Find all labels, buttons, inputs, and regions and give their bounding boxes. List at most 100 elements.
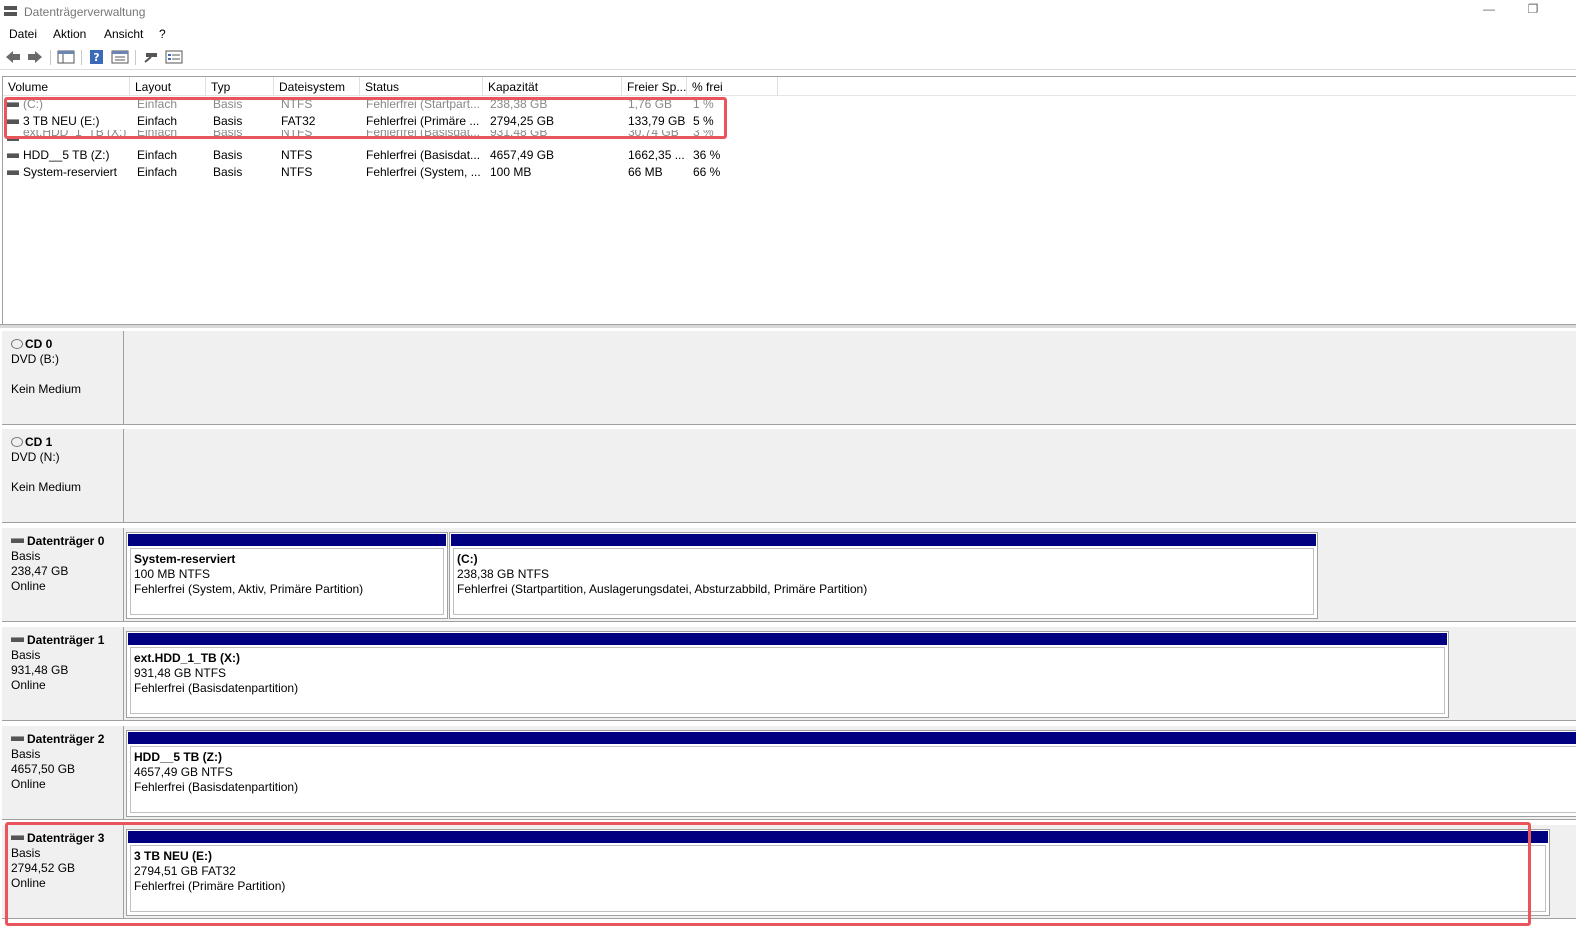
column-header-freier-speicher[interactable]: Freier Sp... — [622, 77, 687, 96]
disk-line2: 931,48 GB — [11, 663, 69, 677]
connect-disk-icon[interactable] — [142, 49, 160, 65]
table-row[interactable]: 3 TB NEU (E:) Einfach Basis FAT32 Fehler… — [3, 113, 783, 130]
settings-list-icon[interactable] — [165, 49, 183, 65]
column-header-typ[interactable]: Typ — [206, 77, 274, 96]
partition-system-reserviert[interactable]: System-reserviert 100 MB NTFS Fehlerfrei… — [126, 532, 448, 619]
cell-freier-speicher: 30,74 GB — [628, 130, 679, 139]
show-hide-tree-icon[interactable] — [57, 49, 75, 65]
partition-bar — [128, 633, 1447, 645]
help-icon[interactable]: ? — [88, 49, 106, 65]
column-header-volume[interactable]: Volume — [3, 77, 130, 96]
partition-size: 931,48 GB NTFS — [134, 666, 227, 680]
cell-typ: Basis — [213, 165, 243, 179]
partition-c[interactable]: (C:) 238,38 GB NTFS Fehlerfrei (Startpar… — [449, 532, 1318, 619]
back-arrow-icon[interactable] — [4, 49, 22, 65]
cell-kapazitaet: 2794,25 GB — [490, 114, 555, 128]
restore-button[interactable]: ❐ — [1518, 2, 1548, 20]
cell-freier-speicher: 66 MB — [628, 165, 663, 179]
disk-label-datentraeger-3[interactable]: Datenträger 3 Basis 2794,52 GB Online — [2, 825, 124, 919]
disk-name: Datenträger 2 — [27, 732, 105, 746]
disk-row-datentraeger-2: Datenträger 2 Basis 4657,50 GB Online HD… — [2, 726, 1576, 824]
partition-bar — [128, 534, 446, 546]
disk-line3: Kein Medium — [11, 382, 82, 396]
cell-volume: HDD__5 TB (Z:) — [23, 148, 110, 162]
disk-line3: Online — [11, 579, 46, 593]
cell-kapazitaet: 4657,49 GB — [490, 148, 555, 162]
cell-freier-speicher: 1662,35 ... — [628, 148, 685, 162]
table-row[interactable]: ext.HDD_1_TB (X:) Einfach Basis NTFS Feh… — [3, 130, 783, 142]
cell-dateisystem: FAT32 — [281, 114, 316, 128]
table-row[interactable]: (C:) Einfach Basis NTFS Fehlerfrei (Star… — [3, 96, 783, 113]
disk-name: CD 1 — [25, 435, 53, 449]
disk-line1: Basis — [11, 747, 41, 761]
cell-typ: Basis — [213, 148, 243, 162]
disk-area-datentraeger-1: ext.HDD_1_TB (X:) 931,48 GB NTFS Fehlerf… — [124, 627, 1576, 721]
partition-status: Fehlerfrei (Basisdatenpartition) — [134, 681, 299, 695]
partition-info: ext.HDD_1_TB (X:) 931,48 GB NTFS Fehlerf… — [130, 647, 1445, 714]
disk-line2: 4657,50 GB — [11, 762, 76, 776]
cell-freier-speicher: 133,79 GB — [628, 114, 686, 128]
disk-label-datentraeger-1[interactable]: Datenträger 1 Basis 931,48 GB Online — [2, 627, 124, 721]
disk-row-datentraeger-1: Datenträger 1 Basis 931,48 GB Online ext… — [2, 627, 1576, 725]
table-row[interactable]: System-reserviert Einfach Basis NTFS Feh… — [3, 164, 783, 181]
partition-size: 100 MB NTFS — [134, 567, 211, 581]
partition-x[interactable]: ext.HDD_1_TB (X:) 931,48 GB NTFS Fehlerf… — [126, 631, 1449, 718]
title-bar: Datenträgerverwaltung — ❐ — [0, 0, 1576, 24]
cd-drive-icon — [11, 437, 23, 447]
disk-label-datentraeger-0[interactable]: Datenträger 0 Basis 238,47 GB Online — [2, 528, 124, 622]
disk-row-datentraeger-3: Datenträger 3 Basis 2794,52 GB Online 3 … — [2, 825, 1576, 923]
column-header-layout[interactable]: Layout — [130, 77, 206, 96]
menu-aktion[interactable]: Aktion — [53, 27, 86, 41]
column-header-dateisystem[interactable]: Dateisystem — [274, 77, 360, 96]
disk-line3: Online — [11, 678, 46, 692]
cell-freier-speicher: 1,76 GB — [628, 97, 673, 111]
disk-name: Datenträger 1 — [27, 633, 105, 647]
cell-kapazitaet: 238,38 GB — [490, 97, 548, 111]
disk-line1: DVD (N:) — [11, 450, 60, 464]
cell-prozent-frei: 3 % — [693, 130, 714, 139]
column-header-kapazitaet[interactable]: Kapazität — [483, 77, 622, 96]
cell-status: Fehlerfrei (Startpart... — [366, 97, 480, 111]
partition-z[interactable]: HDD__5 TB (Z:) 4657,49 GB NTFS Fehlerfre… — [126, 730, 1576, 817]
drive-icon — [7, 119, 19, 124]
svg-text:?: ? — [93, 51, 99, 64]
partition-info: (C:) 238,38 GB NTFS Fehlerfrei (Startpar… — [453, 548, 1314, 615]
volume-list: Volume Layout Typ Dateisystem Status Kap… — [2, 76, 1576, 324]
menu-ansicht[interactable]: Ansicht — [104, 27, 143, 41]
disk-row-cd0: CD 0 DVD (B:) Kein Medium — [2, 331, 1576, 429]
disk-label-cd1[interactable]: CD 1 DVD (N:) Kein Medium — [2, 429, 124, 523]
cell-volume: (C:) — [23, 97, 43, 111]
drive-icon — [7, 170, 19, 175]
cell-status: Fehlerfrei (Basisdat... — [366, 148, 480, 162]
disk-map: CD 0 DVD (B:) Kein Medium CD 1 DVD (N:) … — [2, 328, 1576, 947]
menu-help[interactable]: ? — [159, 27, 166, 41]
disk-line2: 2794,52 GB — [11, 861, 76, 875]
disk-row-cd1: CD 1 DVD (N:) Kein Medium — [2, 429, 1576, 527]
cell-status: Fehlerfrei (Primäre ... — [366, 114, 480, 128]
disk-label-cd0[interactable]: CD 0 DVD (B:) Kein Medium — [2, 331, 124, 425]
drive-icon — [7, 153, 19, 158]
partition-size: 2794,51 GB FAT32 — [134, 864, 236, 878]
cell-prozent-frei: 1 % — [693, 97, 714, 111]
menu-datei[interactable]: Datei — [9, 27, 37, 41]
minimize-button[interactable]: — — [1474, 2, 1504, 20]
cell-volume: 3 TB NEU (E:) — [23, 114, 100, 128]
disk-label-datentraeger-2[interactable]: Datenträger 2 Basis 4657,50 GB Online — [2, 726, 124, 820]
disk-area-cd0 — [124, 331, 1576, 425]
column-header-prozent-frei[interactable]: % frei — [687, 77, 778, 96]
cell-layout: Einfach — [137, 165, 178, 179]
forward-arrow-icon[interactable] — [26, 49, 44, 65]
table-row[interactable]: HDD__5 TB (Z:) Einfach Basis NTFS Fehler… — [3, 147, 783, 164]
drive-icon — [7, 102, 19, 107]
cell-volume: ext.HDD_1_TB (X:) — [23, 130, 127, 139]
cell-volume: System-reserviert — [23, 165, 118, 179]
disk-line1: Basis — [11, 648, 41, 662]
disk-name: Datenträger 3 — [27, 831, 105, 845]
cell-prozent-frei: 36 % — [693, 148, 721, 162]
disk-name: CD 0 — [25, 337, 53, 351]
column-header-status[interactable]: Status — [360, 77, 483, 96]
partition-e[interactable]: 3 TB NEU (E:) 2794,51 GB FAT32 Fehlerfre… — [126, 829, 1550, 916]
cell-dateisystem: NTFS — [281, 165, 313, 179]
hard-disk-icon — [11, 637, 24, 642]
properties-icon[interactable] — [111, 49, 129, 65]
